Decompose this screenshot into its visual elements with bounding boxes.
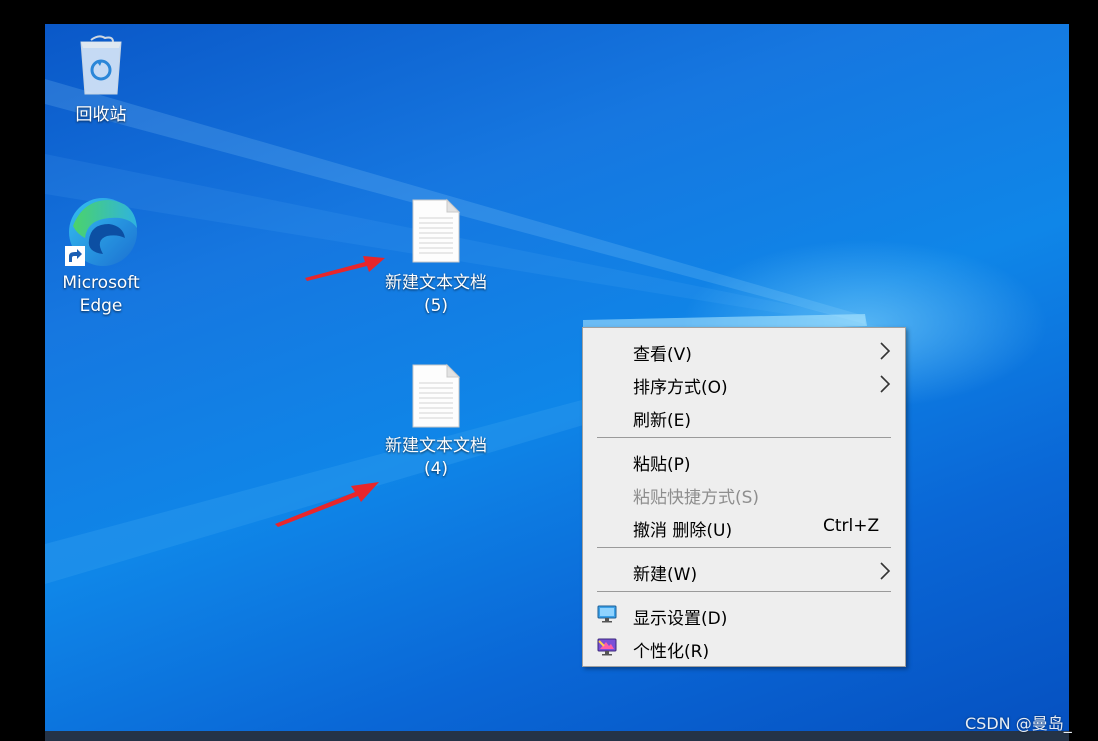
recycle-bin-icon xyxy=(80,35,122,95)
personalize-icon xyxy=(597,638,617,656)
menu-item-personalize[interactable]: 个性化(R) xyxy=(583,632,905,662)
menu-item-label: 显示设置(D) xyxy=(633,609,728,629)
desktop-icon-label: (5) xyxy=(423,296,449,316)
menu-separator xyxy=(597,437,891,438)
desktop-icon-label: 新建文本文档 xyxy=(385,436,487,456)
menu-item-label: 个性化(R) xyxy=(633,642,710,662)
menu-item-paste[interactable]: 粘贴(P) xyxy=(583,445,905,475)
menu-item-view[interactable]: 查看(V) xyxy=(583,335,905,365)
menu-item-refresh[interactable]: 刷新(E) xyxy=(583,401,905,431)
menu-separator xyxy=(597,591,891,592)
desktop-icon-text-document-4[interactable]: 新建文本文档 (4) xyxy=(376,363,496,481)
edge-icon xyxy=(65,198,137,266)
chevron-right-icon xyxy=(880,342,891,360)
desktop-icon-text-document-5[interactable]: 新建文本文档 (5) xyxy=(376,198,496,318)
text-document-icon xyxy=(412,198,461,263)
desktop-icon-label: Microsoft xyxy=(62,273,140,293)
menu-item-label: 新建(W) xyxy=(633,565,698,585)
desktop-icon-label: (4) xyxy=(423,459,449,479)
text-document-icon xyxy=(412,363,461,428)
menu-item-label: 撤消 删除(U) xyxy=(633,521,733,541)
annotation-arrow-upper xyxy=(305,256,385,281)
menu-item-paste-shortcut: 粘贴快捷方式(S) xyxy=(583,478,905,508)
desktop-icon-label: Edge xyxy=(79,296,123,316)
desktop-context-menu: 查看(V) 排序方式(O) 刷新(E) 粘贴(P) 粘贴快捷方式(S) 撤消 删… xyxy=(582,327,906,667)
desktop-icon-recycle-bin[interactable]: 回收站 xyxy=(63,32,139,127)
menu-item-label: 刷新(E) xyxy=(633,411,692,431)
taskbar-edge xyxy=(45,731,1069,741)
desktop[interactable]: 回收站 Microsoft Edge 新建文本文档 (5) 新建文本文档 (4) xyxy=(45,24,1069,741)
annotation-arrow-lower xyxy=(275,482,379,527)
desktop-icon-label: 新建文本文档 xyxy=(385,273,487,293)
chevron-right-icon xyxy=(880,562,891,580)
desktop-icon-microsoft-edge[interactable]: Microsoft Edge xyxy=(57,194,145,318)
menu-separator xyxy=(597,547,891,548)
menu-item-sort-by[interactable]: 排序方式(O) xyxy=(583,368,905,398)
menu-item-undo-delete[interactable]: 撤消 删除(U) Ctrl+Z xyxy=(583,511,905,541)
wallpaper-light-beams xyxy=(45,79,905,584)
display-settings-icon xyxy=(597,605,617,623)
menu-item-shortcut: Ctrl+Z xyxy=(823,516,880,536)
menu-item-label: 排序方式(O) xyxy=(633,378,728,398)
menu-item-label: 查看(V) xyxy=(633,345,692,365)
menu-item-label: 粘贴(P) xyxy=(633,455,691,475)
watermark: CSDN @曼岛_ xyxy=(965,714,1072,733)
menu-item-label: 粘贴快捷方式(S) xyxy=(633,488,760,508)
desktop-icon-label: 回收站 xyxy=(75,105,127,125)
chevron-right-icon xyxy=(880,375,891,393)
menu-item-display-settings[interactable]: 显示设置(D) xyxy=(583,599,905,629)
menu-item-new[interactable]: 新建(W) xyxy=(583,555,905,585)
